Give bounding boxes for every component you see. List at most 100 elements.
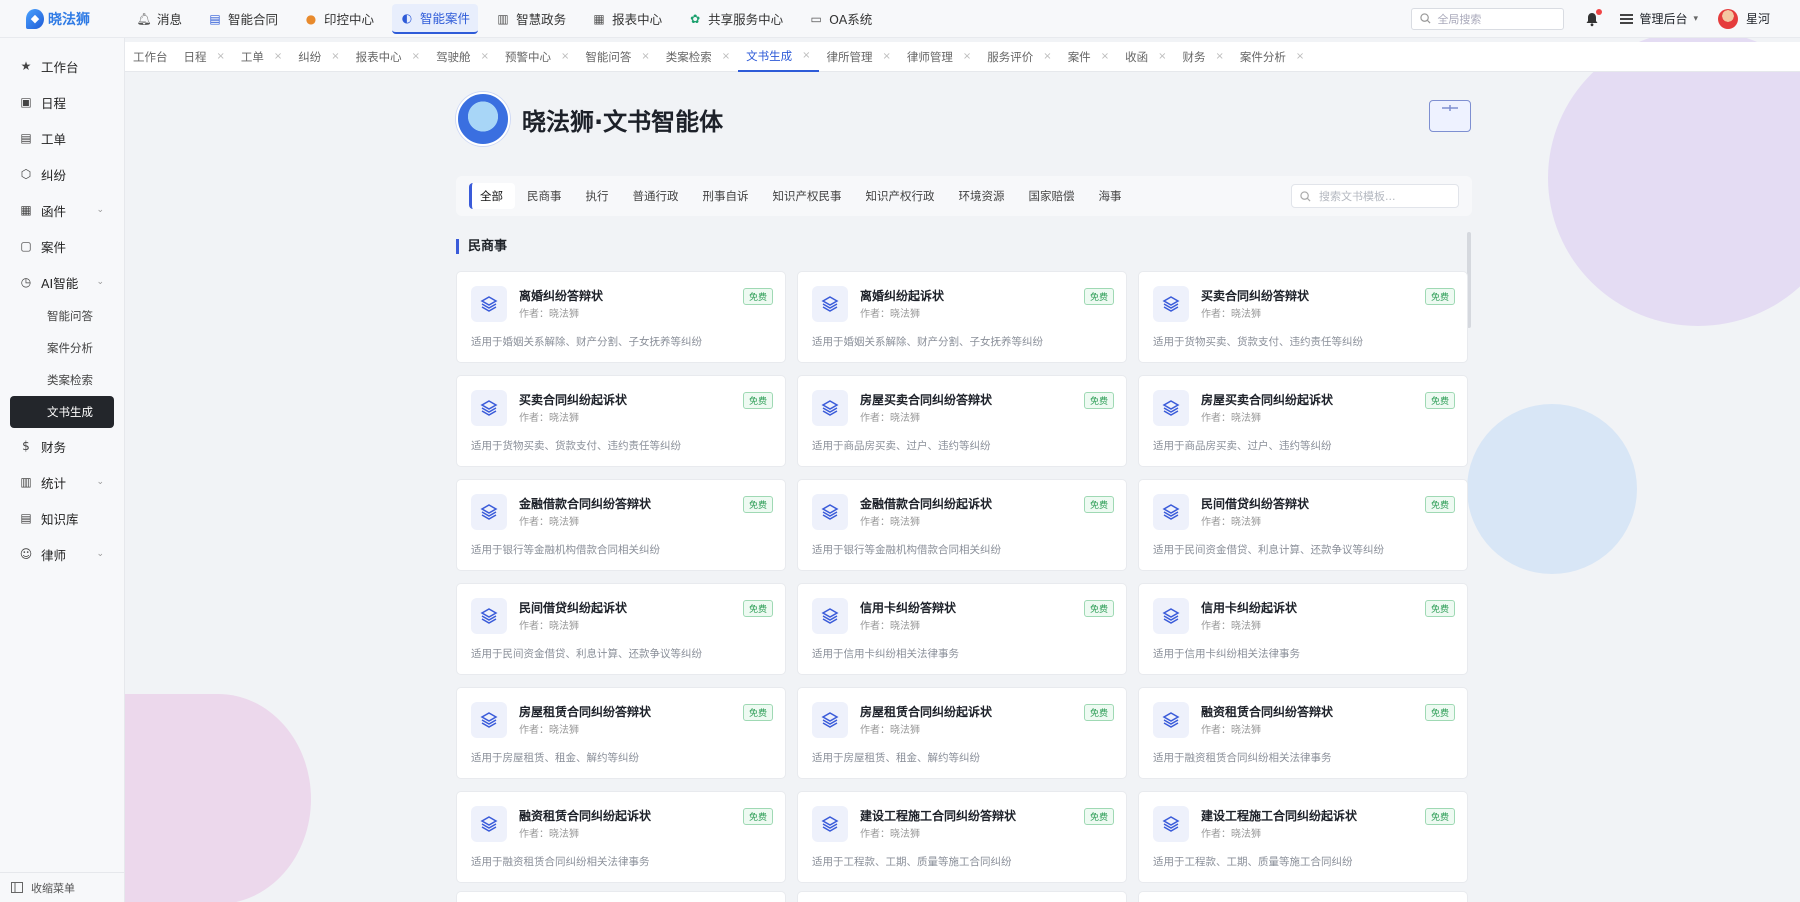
category-chip[interactable]: 国家赔偿 <box>1017 183 1087 209</box>
brand-logo[interactable]: ◆ 晓法狮 <box>0 8 125 29</box>
close-icon[interactable]: × <box>481 51 489 62</box>
template-card[interactable]: 融资租赁合同纠纷起诉状 作者：晓法狮 免费 适用于融资租赁合同纠纷相关法律事务 <box>456 791 786 883</box>
category-chip[interactable]: 执行 <box>574 183 621 209</box>
page-tab[interactable]: 类案检索 × <box>658 42 738 72</box>
template-card[interactable]: 金融借款合同纠纷起诉状 作者：晓法狮 免费 适用于银行等金融机构借款合同相关纠纷 <box>797 479 1127 571</box>
template-card[interactable]: 金融借款合同纠纷答辩状 作者：晓法狮 免费 适用于银行等金融机构借款合同相关纠纷 <box>456 479 786 571</box>
sidebar-item[interactable]: $ 财务 <box>0 428 124 464</box>
template-card[interactable]: 离婚纠纷起诉状 作者：晓法狮 免费 适用于婚姻关系解除、财产分割、子女抚养等纠纷 <box>797 271 1127 363</box>
template-card[interactable]: 信用卡纠纷答辩状 作者：晓法狮 免费 适用于信用卡纠纷相关法律事务 <box>797 583 1127 675</box>
close-icon[interactable]: × <box>883 51 891 62</box>
close-icon[interactable]: × <box>802 50 810 61</box>
close-icon[interactable]: × <box>274 51 282 62</box>
layers-icon <box>471 806 507 842</box>
close-icon[interactable]: × <box>1158 51 1166 62</box>
top-nav-item[interactable]: ▦ 报表中心 <box>584 4 670 34</box>
close-icon[interactable]: × <box>331 51 339 62</box>
template-card[interactable]: 民间借贷纠纷答辩状 作者：晓法狮 免费 适用于民间资金借贷、利息计算、还款争议等纠纷 <box>1138 479 1468 571</box>
page-tab[interactable]: 智能问答 × <box>577 42 657 72</box>
template-card[interactable]: 离婚纠纷答辩状 作者：晓法狮 免费 适用于婚姻关系解除、财产分割、子女抚养等纠纷 <box>456 271 786 363</box>
page-tab[interactable]: 财务 × <box>1174 42 1231 72</box>
template-card[interactable]: 民间借贷纠纷起诉状 作者：晓法狮 免费 适用于民间资金借贷、利息计算、还款争议等纠纷 <box>456 583 786 675</box>
sidebar-item[interactable]: ▦ 函件 ⌄ <box>0 192 124 228</box>
sidebar-item[interactable]: ▤ 工单 <box>0 120 124 156</box>
category-chip[interactable]: 环境资源 <box>947 183 1017 209</box>
category-chip[interactable]: 普通行政 <box>621 183 691 209</box>
category-chip[interactable]: 知识产权民事 <box>761 183 854 209</box>
page-tab[interactable]: 收函 × <box>1117 42 1174 72</box>
template-card-partial[interactable] <box>456 891 786 902</box>
template-card[interactable]: 买卖合同纠纷起诉状 作者：晓法狮 免费 适用于货物买卖、货款支付、违约责任等纠纷 <box>456 375 786 467</box>
close-icon[interactable]: × <box>412 51 420 62</box>
letter-icon: ▦ <box>20 203 32 217</box>
sidebar-subitem[interactable]: 案件分析 <box>0 332 124 364</box>
close-icon[interactable]: × <box>641 51 649 62</box>
top-nav-item[interactable]: 🔔︎ 消息 <box>129 4 190 34</box>
page-tab[interactable]: 案件分析 × <box>1232 42 1312 72</box>
close-icon[interactable]: × <box>561 51 569 62</box>
page-title: 晓法狮·文书智能体 <box>522 107 724 136</box>
collapse-menu-button[interactable]: 收缩菜单 <box>0 872 125 902</box>
top-nav-item[interactable]: ▭ OA系统 <box>801 4 880 34</box>
close-icon[interactable]: × <box>1043 51 1051 62</box>
top-nav-item[interactable]: ▤ 智能合同 <box>200 4 286 34</box>
page-tab[interactable]: 案件 × <box>1060 42 1117 72</box>
page-tab[interactable]: 服务评价 × <box>979 42 1059 72</box>
category-chip[interactable]: 知识产权行政 <box>854 183 947 209</box>
sidebar-subitem[interactable]: 文书生成 <box>10 396 114 428</box>
sidebar-item[interactable]: ★ 工作台 <box>0 48 124 84</box>
template-card-partial[interactable] <box>1138 891 1468 902</box>
template-search-placeholder: 搜索文书模板... <box>1319 190 1396 203</box>
page-tab[interactable]: 预警中心 × <box>497 42 577 72</box>
template-card[interactable]: 买卖合同纠纷答辩状 作者：晓法狮 免费 适用于货物买卖、货款支付、违约责任等纠纷 <box>1138 271 1468 363</box>
template-card[interactable]: 房屋租赁合同纠纷起诉状 作者：晓法狮 免费 适用于房屋租赁、租金、解约等纠纷 <box>797 687 1127 779</box>
close-icon[interactable]: × <box>1215 51 1223 62</box>
page-tab[interactable]: 文书生成 × <box>738 42 819 72</box>
close-icon[interactable]: × <box>963 51 971 62</box>
top-nav-item[interactable]: ✿ 共享服务中心 <box>680 4 791 34</box>
sidebar-item[interactable]: ▥ 统计 ⌄ <box>0 464 124 500</box>
sidebar-item[interactable]: ▤ 知识库 <box>0 500 124 536</box>
top-nav-item[interactable]: ● 印控中心 <box>296 4 382 34</box>
category-chip[interactable]: 海事 <box>1087 183 1134 209</box>
close-icon[interactable]: × <box>722 51 730 62</box>
template-card[interactable]: 信用卡纠纷起诉状 作者：晓法狮 免费 适用于信用卡纠纷相关法律事务 <box>1138 583 1468 675</box>
user-menu[interactable]: 星河 <box>1717 8 1770 29</box>
template-card[interactable]: 建设工程施工合同纠纷起诉状 作者：晓法狮 免费 适用于工程款、工期、质量等施工合同纠纷 <box>1138 791 1468 883</box>
page-tab[interactable]: 工作台 <box>125 42 176 72</box>
history-panel-button[interactable] <box>1429 100 1471 132</box>
category-chip[interactable]: 全部 <box>469 183 515 209</box>
category-chip[interactable]: 民商事 <box>515 183 574 209</box>
global-search-input[interactable]: 全局搜索 <box>1411 7 1565 30</box>
template-description: 适用于商品房买卖、过户、违约等纠纷 <box>812 440 991 452</box>
sidebar-item[interactable]: ☺ 律师 ⌄ <box>0 536 124 572</box>
close-icon[interactable]: × <box>1296 51 1304 62</box>
page-tab[interactable]: 纠纷 × <box>290 42 347 72</box>
category-chip[interactable]: 刑事自诉 <box>691 183 761 209</box>
admin-menu[interactable]: 管理后台 ▾ <box>1620 10 1698 27</box>
sidebar-subitem[interactable]: 智能问答 <box>0 300 124 332</box>
sidebar-item[interactable]: ▣ 日程 <box>0 84 124 120</box>
close-icon[interactable]: × <box>217 51 225 62</box>
page-tab[interactable]: 律所管理 × <box>819 42 899 72</box>
top-nav-item[interactable]: ◐ 智能案件 <box>392 3 479 34</box>
template-card-partial[interactable] <box>797 891 1127 902</box>
template-card[interactable]: 建设工程施工合同纠纷答辩状 作者：晓法狮 免费 适用于工程款、工期、质量等施工合同纠纷 <box>797 791 1127 883</box>
page-tab[interactable]: 驾驶舱 × <box>428 42 497 72</box>
top-nav-item[interactable]: ▥ 智慧政务 <box>488 4 574 34</box>
sidebar-item[interactable]: ▢ 案件 <box>0 228 124 264</box>
close-icon[interactable]: × <box>1101 51 1109 62</box>
template-card[interactable]: 融资租赁合同纠纷答辩状 作者：晓法狮 免费 适用于融资租赁合同纠纷相关法律事务 <box>1138 687 1468 779</box>
sidebar-item[interactable]: ⬡ 纠纷 <box>0 156 124 192</box>
page-tab[interactable]: 律师管理 × <box>899 42 979 72</box>
sidebar-item[interactable]: ◷ AI智能 ⌄ <box>0 264 124 300</box>
sidebar-subitem[interactable]: 类案检索 <box>0 364 124 396</box>
template-card[interactable]: 房屋租赁合同纠纷答辩状 作者：晓法狮 免费 适用于房屋租赁、租金、解约等纠纷 <box>456 687 786 779</box>
page-tab[interactable]: 日程 × <box>176 42 233 72</box>
template-card[interactable]: 房屋买卖合同纠纷起诉状 作者：晓法狮 免费 适用于商品房买卖、过户、违约等纠纷 <box>1138 375 1468 467</box>
template-search-input[interactable]: 搜索文书模板... <box>1291 184 1459 208</box>
notification-bell-icon[interactable] <box>1584 8 1603 27</box>
page-tab[interactable]: 报表中心 × <box>348 42 428 72</box>
template-card[interactable]: 房屋买卖合同纠纷答辩状 作者：晓法狮 免费 适用于商品房买卖、过户、违约等纠纷 <box>797 375 1127 467</box>
page-tab[interactable]: 工单 × <box>233 42 290 72</box>
